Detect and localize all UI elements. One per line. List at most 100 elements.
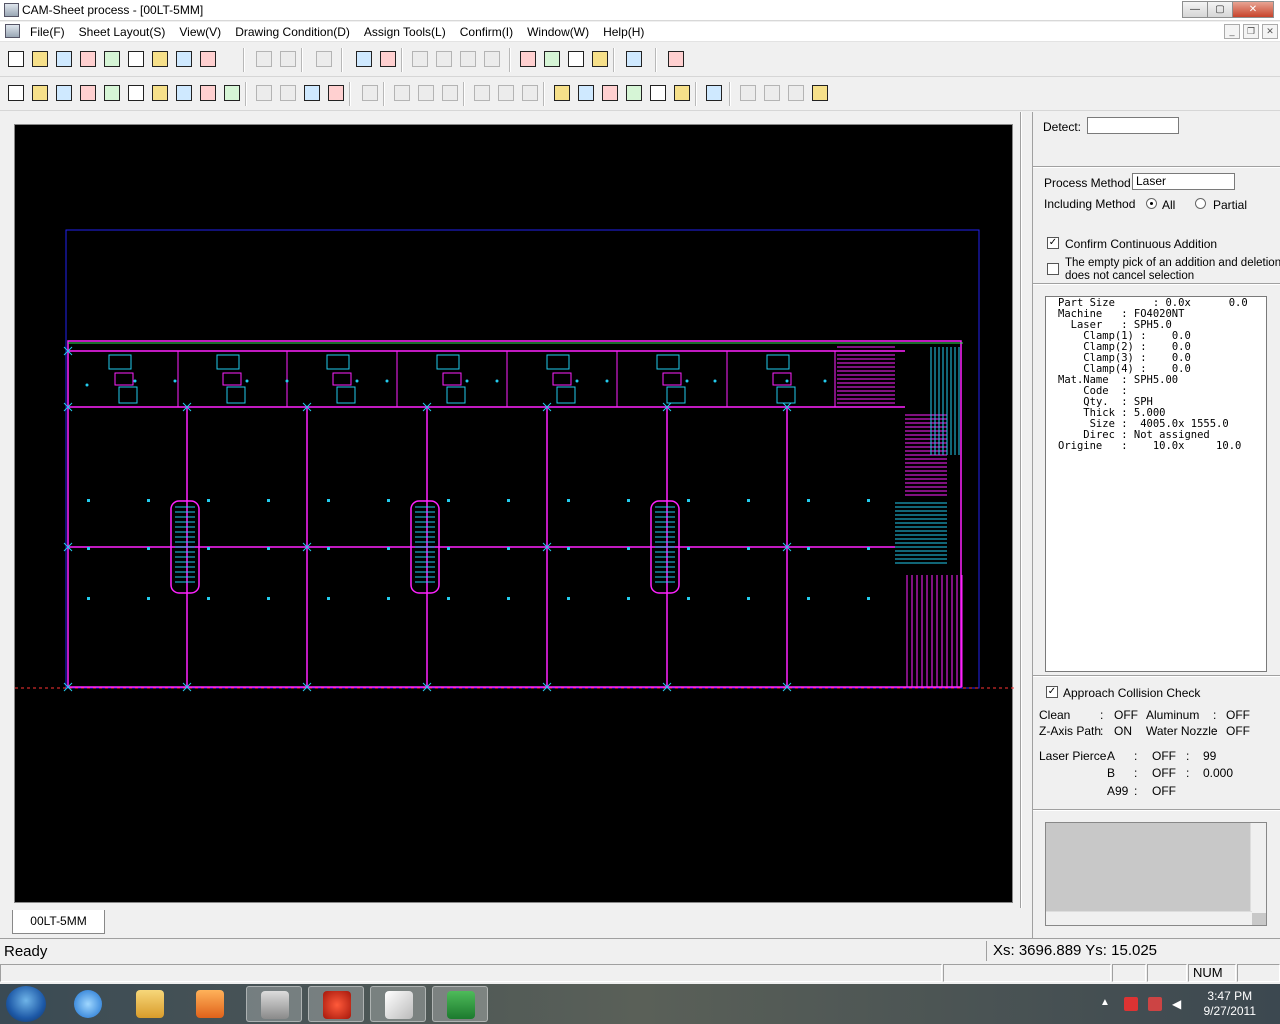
- volume-icon[interactable]: ◀: [1172, 997, 1186, 1011]
- show-hidden-icons-icon[interactable]: ▲: [1100, 997, 1114, 1011]
- grid-red-icon[interactable]: [377, 48, 399, 70]
- export-icon[interactable]: [173, 48, 195, 70]
- detect-input[interactable]: [1087, 117, 1179, 134]
- part-del-icon[interactable]: [495, 82, 517, 104]
- action-center-flag-icon[interactable]: [1124, 997, 1138, 1011]
- delete-icon[interactable]: [671, 82, 693, 104]
- approach-collision-checkbox[interactable]: ✓: [1046, 686, 1058, 698]
- menu-window[interactable]: Window(W): [527, 25, 589, 39]
- grid4-icon[interactable]: [809, 82, 831, 104]
- radio-partial[interactable]: [1195, 198, 1206, 209]
- start-button[interactable]: [6, 986, 46, 1022]
- zoom-in-icon[interactable]: [77, 82, 99, 104]
- open-icon[interactable]: [29, 48, 51, 70]
- network-icon[interactable]: [1148, 997, 1162, 1011]
- part-copy-icon[interactable]: [519, 82, 541, 104]
- grid2-icon[interactable]: [761, 82, 783, 104]
- zoom-all-icon[interactable]: [125, 82, 147, 104]
- taskbar-ie[interactable]: [60, 986, 116, 1022]
- micro-joint: [807, 547, 810, 550]
- process-method-field[interactable]: Laser: [1132, 173, 1235, 190]
- block3-icon[interactable]: [439, 82, 461, 104]
- sort-icon[interactable]: [703, 82, 725, 104]
- document-icon[interactable]: [5, 24, 20, 38]
- block2-icon[interactable]: [415, 82, 437, 104]
- maximize-button[interactable]: ▢: [1207, 1, 1233, 18]
- app-icon[interactable]: [4, 3, 19, 17]
- yellow4-icon[interactable]: [623, 82, 645, 104]
- bucket-icon[interactable]: [301, 82, 323, 104]
- grid3-icon[interactable]: [785, 82, 807, 104]
- redo-icon[interactable]: [277, 48, 299, 70]
- yellow3-icon[interactable]: [599, 82, 621, 104]
- menu-assign-tools[interactable]: Assign Tools(L): [364, 25, 446, 39]
- taskbar-clock[interactable]: 3:47 PM 9/27/2011: [1204, 989, 1257, 1019]
- mdi-minimize-button[interactable]: _: [1224, 24, 1240, 39]
- report-icon[interactable]: [149, 48, 171, 70]
- minimize-button[interactable]: —: [1182, 1, 1208, 18]
- copy-sheet-icon[interactable]: [101, 48, 123, 70]
- mdi-close-button[interactable]: ✕: [1262, 24, 1278, 39]
- menu-sheet-layout[interactable]: Sheet Layout(S): [79, 25, 166, 39]
- auto2-icon[interactable]: [433, 48, 455, 70]
- zoom-prev-icon[interactable]: [53, 82, 75, 104]
- help-pointer-icon[interactable]: [623, 48, 645, 70]
- new-icon[interactable]: [5, 48, 27, 70]
- green-dot-icon[interactable]: [353, 48, 375, 70]
- auto4-icon[interactable]: [481, 48, 503, 70]
- info2-icon[interactable]: [541, 48, 563, 70]
- split-v-icon[interactable]: [173, 82, 195, 104]
- close-button[interactable]: ✕: [1232, 1, 1274, 18]
- layer-icon[interactable]: [221, 82, 243, 104]
- menu-file[interactable]: File(F): [30, 25, 65, 39]
- block1-icon[interactable]: [391, 82, 413, 104]
- preview-vertical-scrollbar[interactable]: [1250, 823, 1266, 913]
- yellow5-icon[interactable]: [647, 82, 669, 104]
- move-icon[interactable]: [253, 82, 275, 104]
- preview-horizontal-scrollbar[interactable]: [1046, 911, 1252, 925]
- confirm-continuous-checkbox[interactable]: ✓: [1047, 237, 1059, 249]
- nest-icon[interactable]: [53, 48, 75, 70]
- yellow2-icon[interactable]: [575, 82, 597, 104]
- taskbar-excel[interactable]: [432, 986, 488, 1022]
- part-add-icon[interactable]: [471, 82, 493, 104]
- sheet-tab[interactable]: 00LT-5MM: [12, 910, 105, 934]
- spec-icon[interactable]: [197, 48, 219, 70]
- fit-view-icon[interactable]: [5, 82, 27, 104]
- stamp-icon[interactable]: [359, 82, 381, 104]
- panel-splitter[interactable]: [1020, 112, 1022, 908]
- taskbar-drawing-app[interactable]: [370, 986, 426, 1022]
- rotate-icon[interactable]: [277, 82, 299, 104]
- auto1-icon[interactable]: [409, 48, 431, 70]
- menu-help[interactable]: Help(H): [603, 25, 644, 39]
- list-icon[interactable]: [125, 48, 147, 70]
- split-h-icon[interactable]: [197, 82, 219, 104]
- radio-all[interactable]: [1146, 198, 1157, 209]
- grid1-icon[interactable]: [737, 82, 759, 104]
- info1-icon[interactable]: [517, 48, 539, 70]
- print-icon[interactable]: [313, 48, 335, 70]
- mdi-restore-button[interactable]: ❐: [1243, 24, 1259, 39]
- info4-icon[interactable]: [589, 48, 611, 70]
- array-icon[interactable]: [325, 82, 347, 104]
- taskbar-explorer[interactable]: [122, 986, 178, 1022]
- nesting-drawing[interactable]: [15, 125, 1014, 904]
- taskbar-media-player[interactable]: [182, 986, 238, 1022]
- nc-icon[interactable]: [665, 48, 687, 70]
- menu-view[interactable]: View(V): [179, 25, 221, 39]
- menu-drawing-condition[interactable]: Drawing Condition(D): [235, 25, 350, 39]
- menu-confirm[interactable]: Confirm(I): [460, 25, 513, 39]
- zoom-part-icon[interactable]: [149, 82, 171, 104]
- open-folder-icon[interactable]: [77, 48, 99, 70]
- auto3-icon[interactable]: [457, 48, 479, 70]
- taskbar-cam-app[interactable]: [246, 986, 302, 1022]
- separator: [1033, 166, 1280, 168]
- zoom-out-icon[interactable]: [101, 82, 123, 104]
- zoom-window-icon[interactable]: [29, 82, 51, 104]
- undo-icon[interactable]: [253, 48, 275, 70]
- sheet-canvas[interactable]: [14, 124, 1014, 904]
- yellow1-icon[interactable]: [551, 82, 573, 104]
- taskbar-cad-app[interactable]: [308, 986, 364, 1022]
- info3-icon[interactable]: [565, 48, 587, 70]
- empty-pick-checkbox[interactable]: [1047, 263, 1059, 275]
